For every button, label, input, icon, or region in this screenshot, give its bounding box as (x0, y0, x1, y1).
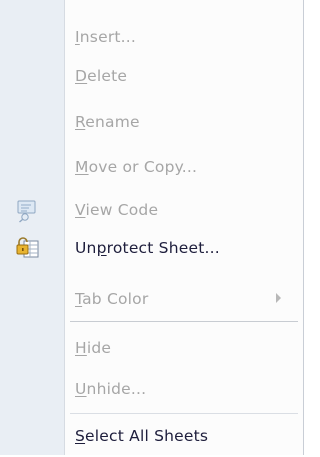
menu-item-rename[interactable]: Rename (0, 101, 304, 143)
menu-item-hide-label: Hide (75, 339, 112, 357)
menu-item-hide[interactable]: Hide (0, 327, 304, 369)
view-code-icon (15, 197, 41, 223)
sheet-tab-context-menu: Insert... Delete Rename Move or Copy... … (0, 0, 304, 455)
menu-item-insert[interactable]: Insert... (0, 16, 304, 58)
menu-item-delete-label: Delete (75, 67, 128, 85)
menu-separator (70, 321, 298, 322)
submenu-arrow-icon (276, 293, 281, 303)
menu-item-select-all-sheets[interactable]: Select All Sheets (0, 415, 304, 457)
menu-item-tab-color-label: Tab Color (75, 290, 149, 308)
unprotect-sheet-icon (15, 235, 41, 261)
menu-item-unprotect-sheet[interactable]: Unprotect Sheet... (0, 227, 304, 269)
menu-item-select-all-sheets-label: Select All Sheets (75, 427, 209, 445)
menu-item-unprotect-sheet-label: Unprotect Sheet... (75, 239, 220, 257)
menu-item-unhide[interactable]: Unhide... (0, 368, 304, 410)
menu-item-move-or-copy[interactable]: Move or Copy... (0, 146, 304, 188)
menu-item-delete[interactable]: Delete (0, 55, 304, 97)
menu-item-view-code-label: View Code (75, 201, 159, 219)
menu-item-view-code[interactable]: View Code (0, 189, 304, 231)
menu-item-insert-label: Insert... (75, 28, 137, 46)
menu-separator (70, 413, 298, 414)
menu-item-tab-color[interactable]: Tab Color (0, 278, 304, 320)
menu-item-unhide-label: Unhide... (75, 380, 147, 398)
menu-item-move-or-copy-label: Move or Copy... (75, 158, 198, 176)
menu-item-rename-label: Rename (75, 113, 140, 131)
